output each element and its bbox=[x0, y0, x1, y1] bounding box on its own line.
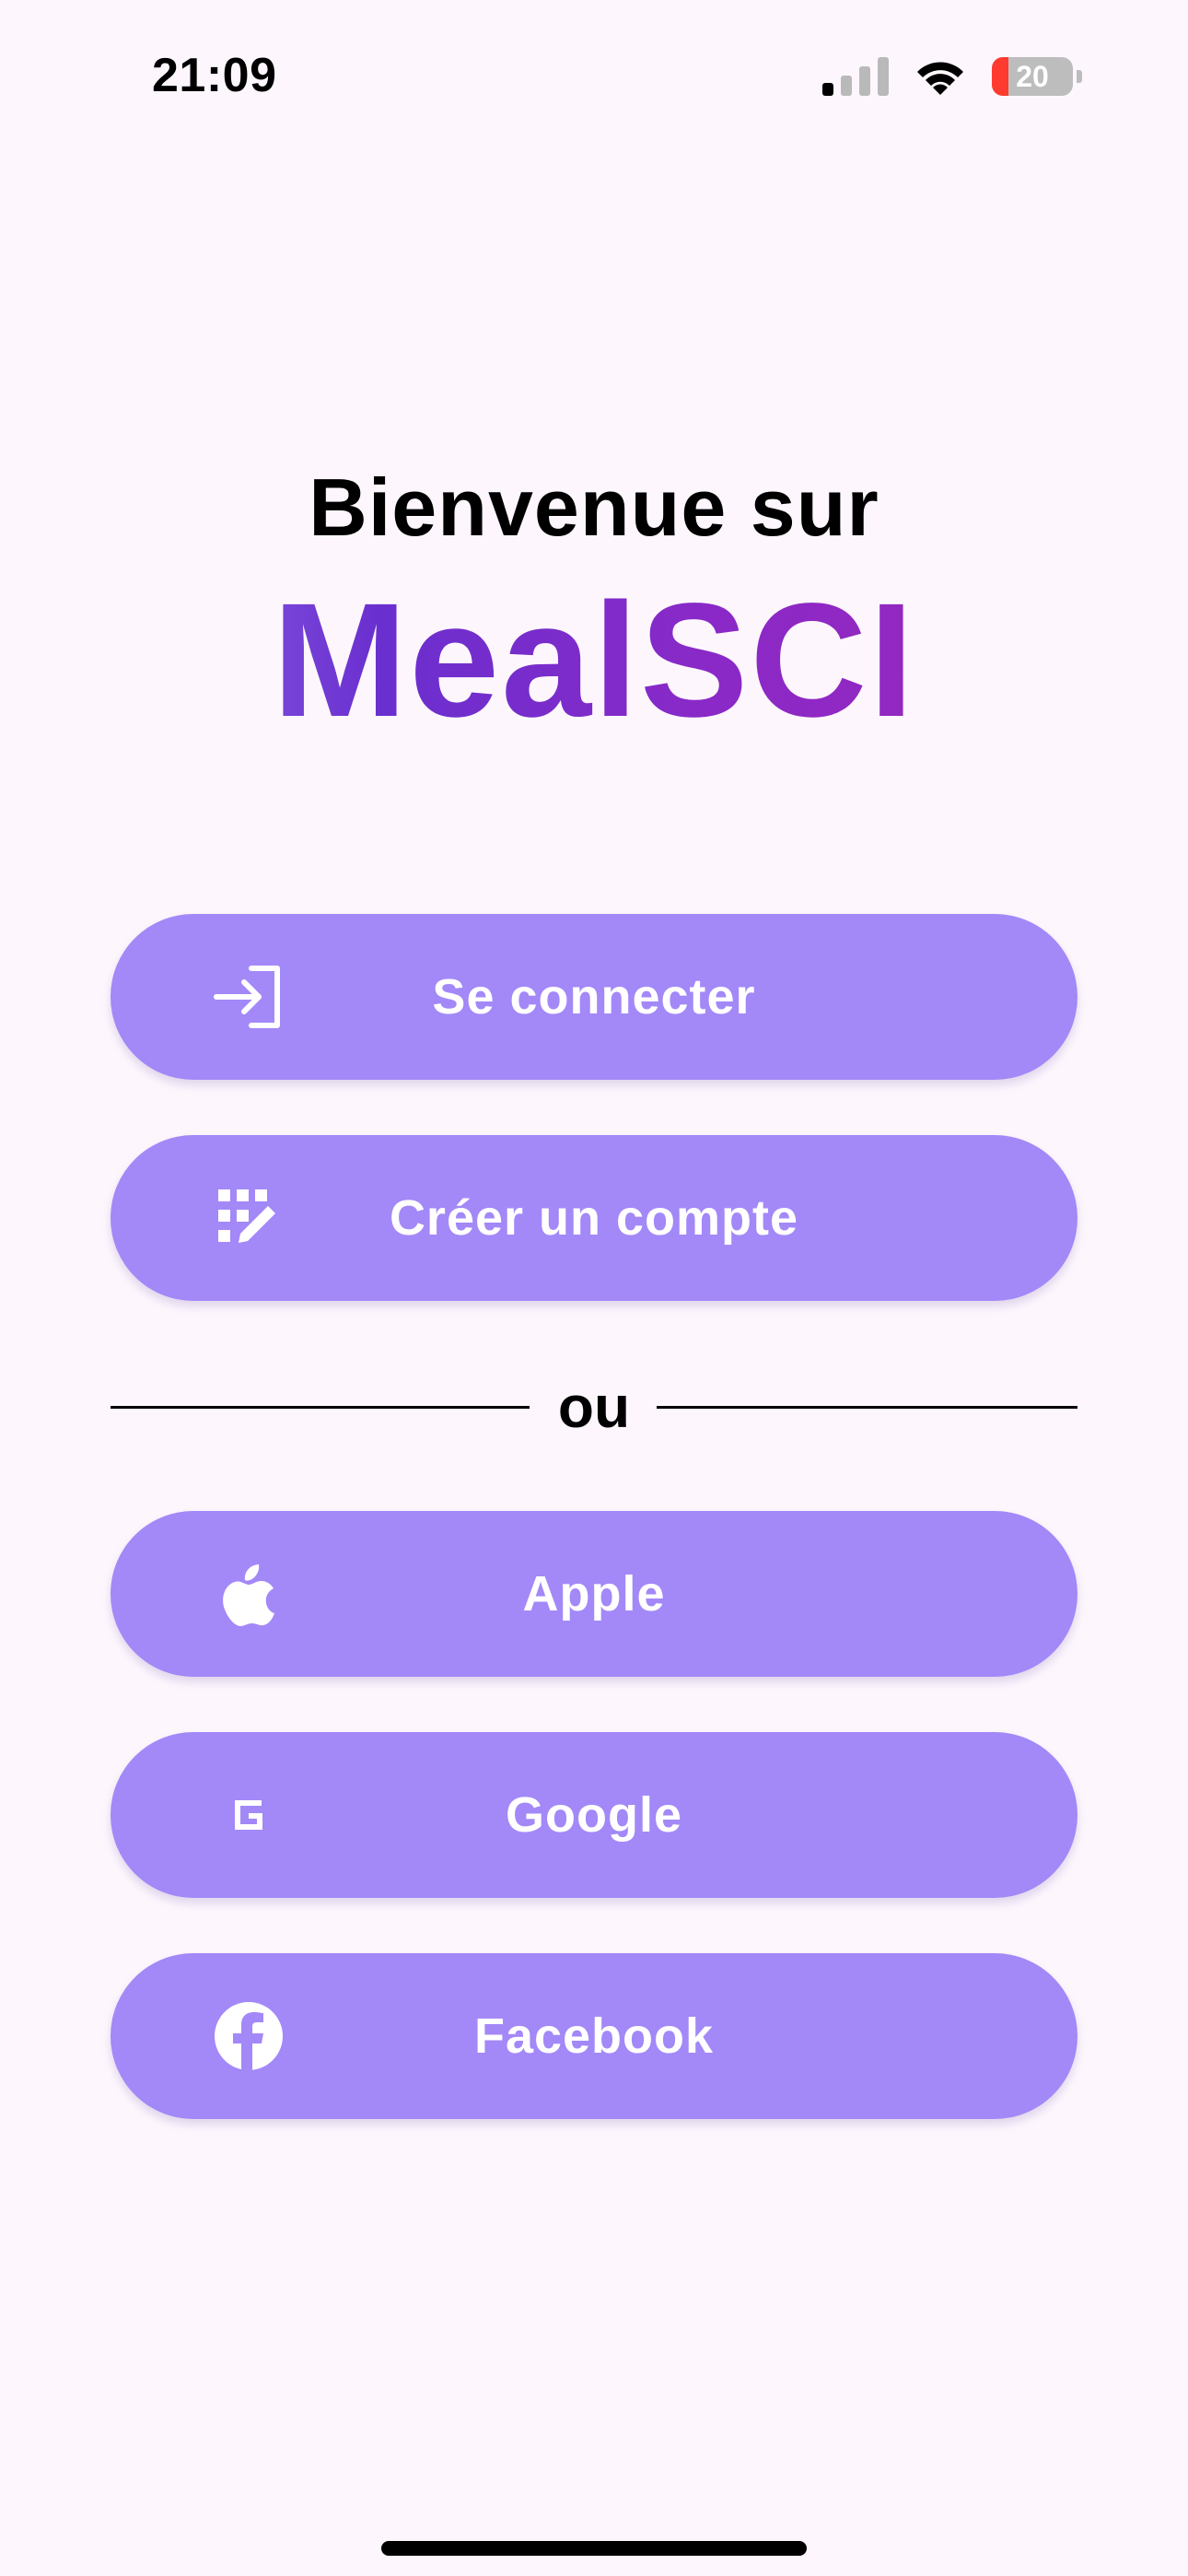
cellular-signal-icon bbox=[822, 57, 889, 96]
create-account-button[interactable]: Créer un compte bbox=[111, 1135, 1077, 1301]
facebook-icon bbox=[212, 1999, 285, 2073]
welcome-heading: Bienvenue sur bbox=[309, 462, 879, 553]
status-time: 21:09 bbox=[152, 49, 277, 102]
google-icon bbox=[212, 1778, 285, 1852]
wifi-icon bbox=[917, 62, 963, 95]
login-icon bbox=[212, 960, 285, 1034]
divider-line-right bbox=[657, 1406, 1077, 1409]
status-icons: 20 bbox=[822, 53, 1082, 100]
create-account-icon bbox=[212, 1181, 285, 1255]
google-signin-label: Google bbox=[506, 1787, 682, 1843]
brand-logo: MealSCI bbox=[0, 576, 1188, 746]
battery-cap bbox=[1077, 70, 1082, 83]
apple-signin-label: Apple bbox=[522, 1566, 666, 1622]
create-account-button-label: Créer un compte bbox=[389, 1190, 799, 1246]
google-signin-button[interactable]: Google bbox=[111, 1732, 1077, 1898]
login-button[interactable]: Se connecter bbox=[111, 914, 1077, 1080]
apple-icon bbox=[212, 1557, 285, 1631]
apple-signin-button[interactable]: Apple bbox=[111, 1511, 1077, 1677]
facebook-signin-label: Facebook bbox=[473, 2008, 715, 2064]
battery-level: 20 bbox=[1016, 59, 1049, 93]
facebook-signin-button[interactable]: Facebook bbox=[111, 1953, 1077, 2119]
home-indicator[interactable] bbox=[381, 2541, 807, 2556]
login-button-label: Se connecter bbox=[432, 969, 756, 1025]
battery-indicator: 20 bbox=[992, 57, 1073, 96]
